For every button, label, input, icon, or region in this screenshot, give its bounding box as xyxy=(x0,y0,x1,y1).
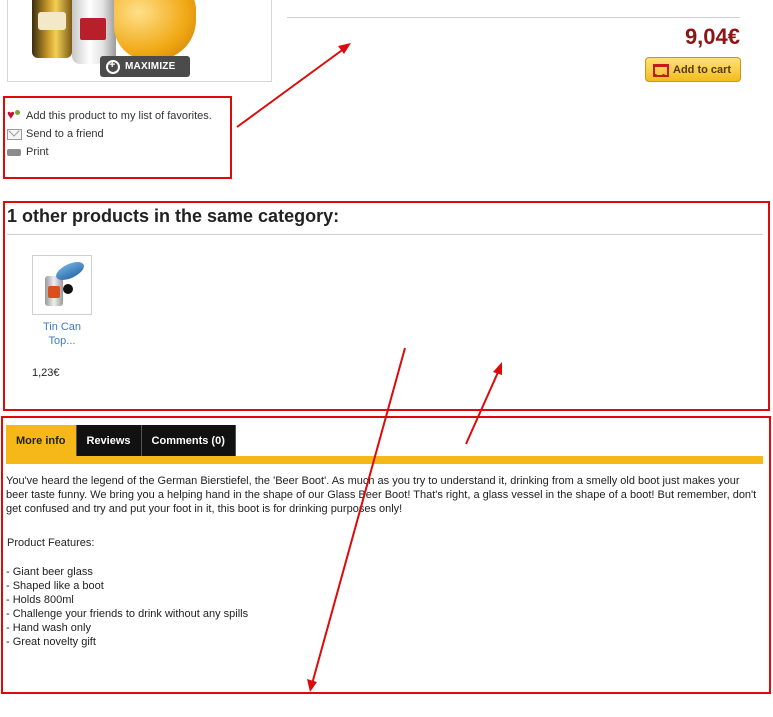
annotation-arrowhead xyxy=(307,679,317,692)
feature-item: - Giant beer glass xyxy=(6,566,93,578)
tin-cap-image xyxy=(63,284,73,294)
feature-item: - Shaped like a boot xyxy=(6,580,104,592)
category-product-name[interactable]: Tin Can Top... xyxy=(32,320,92,348)
glass-boot-image xyxy=(114,0,196,60)
beer-bottle-image xyxy=(32,0,72,58)
features-list: - Giant beer glass - Shaped like a boot … xyxy=(6,565,248,649)
product-price: 9,04€ xyxy=(684,24,740,49)
product-thumbnail[interactable] xyxy=(32,255,92,315)
product-tabs: More info Reviews Comments (0) xyxy=(6,425,236,456)
maximize-button[interactable]: MAXIMIZE xyxy=(100,56,190,77)
product-image[interactable]: MAXIMIZE xyxy=(7,0,272,82)
feature-item: - Hand wash only xyxy=(6,622,91,634)
beer-can-image xyxy=(72,0,116,64)
annotation-arrow xyxy=(311,347,406,685)
add-to-favorites-link[interactable]: Add this product to my list of favorites… xyxy=(7,107,212,125)
add-to-cart-label: Add to cart xyxy=(673,63,732,76)
cart-icon xyxy=(650,62,669,77)
annotation-arrowhead xyxy=(338,43,351,54)
action-label: Print xyxy=(26,146,49,158)
print-icon xyxy=(7,146,21,160)
mail-icon xyxy=(7,128,22,140)
tab-reviews[interactable]: Reviews xyxy=(76,425,142,456)
print-link[interactable]: Print xyxy=(7,143,212,161)
divider xyxy=(7,234,763,235)
feature-item: - Holds 800ml xyxy=(6,594,74,606)
heart-icon xyxy=(7,107,21,122)
action-label: Add this product to my list of favorites… xyxy=(26,110,212,122)
tab-more-info[interactable]: More info xyxy=(6,425,77,456)
category-product-item[interactable]: Tin Can Top... xyxy=(32,255,92,348)
tab-comments[interactable]: Comments (0) xyxy=(141,425,236,456)
tin-can-image xyxy=(45,276,63,306)
zoom-icon xyxy=(106,59,120,74)
product-actions: Add this product to my list of favorites… xyxy=(7,107,212,161)
category-product-price: 1,23€ xyxy=(32,367,60,379)
feature-item: - Challenge your friends to drink withou… xyxy=(6,608,249,620)
add-to-cart-button[interactable]: Add to cart xyxy=(645,57,741,82)
maximize-label: MAXIMIZE xyxy=(125,61,176,72)
feature-item: - Great novelty gift xyxy=(6,636,96,648)
annotation-box-category xyxy=(3,201,770,411)
annotation-arrow xyxy=(465,369,500,445)
tab-underline xyxy=(6,456,763,464)
category-title: 1 other products in the same category: xyxy=(7,206,340,226)
features-title: Product Features: xyxy=(7,537,95,549)
send-to-friend-link[interactable]: Send to a friend xyxy=(7,125,212,143)
divider xyxy=(287,17,740,18)
action-label: Send to a friend xyxy=(26,128,104,140)
tin-top-image xyxy=(53,258,87,284)
annotation-arrowhead xyxy=(493,362,502,375)
product-description: You've heard the legend of the German Bi… xyxy=(6,475,757,515)
